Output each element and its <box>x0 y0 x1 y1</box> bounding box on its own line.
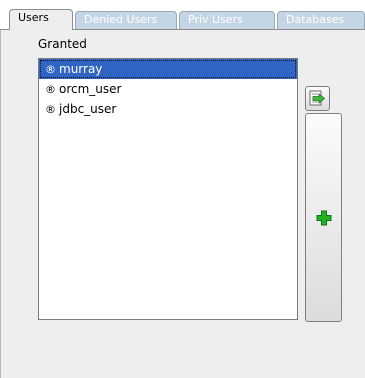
tab-users[interactable]: Users <box>9 9 73 30</box>
granted-label: Granted <box>38 37 87 51</box>
registered-icon: ® <box>45 103 56 116</box>
tab-denied-users-label: Denied Users <box>84 13 158 26</box>
list-item-label: orcm_user <box>59 82 122 96</box>
list-item-label: jdbc_user <box>59 102 117 116</box>
list-item[interactable]: ® orcm_user <box>39 79 297 99</box>
registered-icon: ® <box>45 83 56 96</box>
list-item-label: murray <box>59 62 103 76</box>
granted-users-list[interactable]: ® murray ® orcm_user ® jdbc_user <box>38 58 298 320</box>
export-button[interactable] <box>305 86 330 111</box>
tab-denied-users[interactable]: Denied Users <box>75 11 177 29</box>
tab-databases[interactable]: Databases <box>277 11 365 29</box>
list-item[interactable]: ® murray <box>39 59 297 79</box>
tab-users-label: Users <box>18 11 49 24</box>
tab-priv-users-label: Priv Users <box>188 13 243 26</box>
add-user-button[interactable] <box>305 113 342 322</box>
export-arrow-icon <box>309 90 326 106</box>
green-plus-icon <box>316 210 332 226</box>
tab-databases-label: Databases <box>286 13 345 26</box>
tab-bar: Users Denied Users Priv Users Databases <box>0 0 365 30</box>
tab-priv-users[interactable]: Priv Users <box>179 11 275 29</box>
list-item[interactable]: ® jdbc_user <box>39 99 297 119</box>
registered-icon: ® <box>45 63 56 76</box>
